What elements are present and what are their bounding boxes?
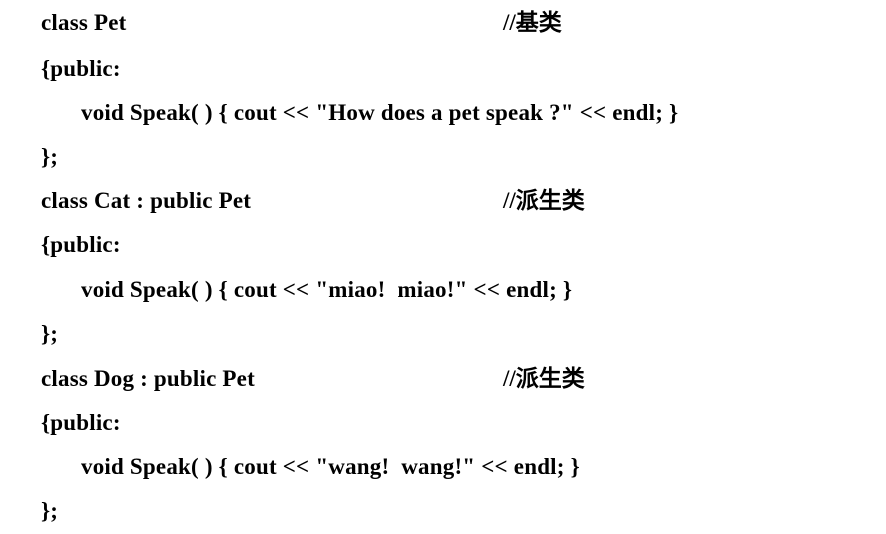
code-listing: class Pet //基类 {public: void Speak( ) { … — [0, 0, 886, 534]
code-line: class Dog : public Pet — [41, 366, 255, 391]
code-line: void Speak( ) { cout << "How does a pet … — [81, 100, 679, 125]
code-line: class Pet — [41, 10, 127, 35]
code-line: {public: — [41, 232, 121, 257]
code-comment: //派生类 — [503, 366, 585, 391]
code-line: {public: — [41, 56, 121, 81]
code-line: }; — [41, 321, 59, 346]
code-line: }; — [41, 144, 59, 169]
code-line: void Speak( ) { cout << "miao! miao!" <<… — [81, 277, 573, 302]
code-line: {public: — [41, 410, 121, 435]
code-line: class Cat : public Pet — [41, 188, 252, 213]
code-line: void Speak( ) { cout << "wang! wang!" <<… — [81, 454, 580, 479]
code-line: }; — [41, 498, 59, 523]
code-comment: //基类 — [503, 10, 562, 35]
code-comment: //派生类 — [503, 188, 585, 213]
